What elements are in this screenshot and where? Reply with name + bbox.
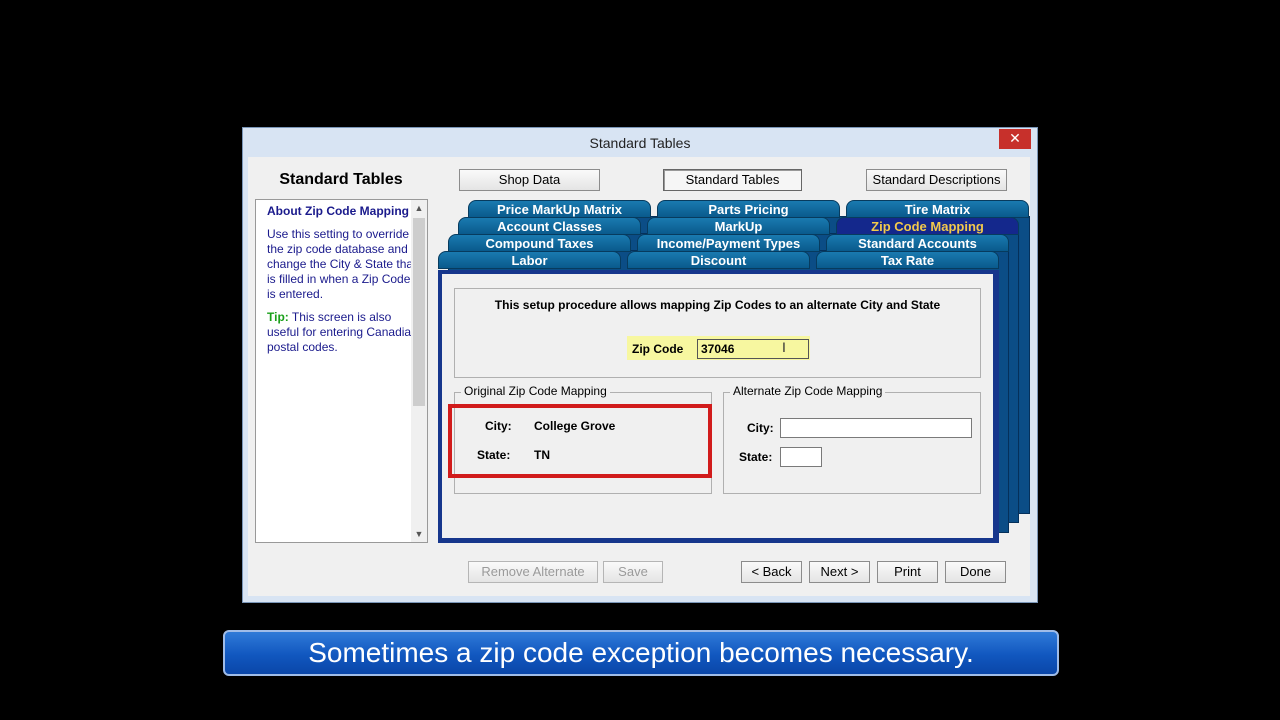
original-mapping-highlight	[448, 404, 712, 478]
help-text: About Zip Code Mapping Use this setting …	[267, 204, 415, 363]
alternate-city-input[interactable]	[780, 418, 972, 438]
alternate-city-label: City:	[747, 421, 774, 435]
alternate-state-label: State:	[739, 450, 773, 464]
remove-alternate-button[interactable]: Remove Alternate	[468, 561, 598, 583]
text-cursor-icon: I	[782, 339, 786, 355]
alternate-mapping-group: Alternate Zip Code Mapping City: State:	[723, 384, 981, 494]
zip-code-input[interactable]: 37046	[697, 339, 809, 359]
tab-account-classes[interactable]: Account Classes	[458, 217, 641, 235]
save-button[interactable]: Save	[603, 561, 663, 583]
tab-markup[interactable]: MarkUp	[647, 217, 830, 235]
help-line: change the City & State that	[267, 257, 415, 271]
tab-tire-matrix[interactable]: Tire Matrix	[846, 200, 1029, 218]
tab-zip-code-mapping[interactable]: Zip Code Mapping	[836, 217, 1019, 235]
tip-label: Tip:	[267, 310, 289, 324]
print-button[interactable]: Print	[877, 561, 938, 583]
scroll-up-icon[interactable]: ▲	[411, 200, 427, 216]
alternate-state-input[interactable]	[780, 447, 822, 467]
help-body: Use this setting to override the zip cod…	[267, 227, 415, 302]
help-line: postal codes.	[267, 340, 338, 354]
left-panel-title: Standard Tables	[279, 171, 403, 188]
help-line: the zip code database and	[267, 242, 408, 256]
done-button[interactable]: Done	[945, 561, 1006, 583]
help-panel[interactable]: About Zip Code Mapping Use this setting …	[255, 199, 428, 543]
help-heading: About Zip Code Mapping	[267, 204, 409, 218]
back-button[interactable]: < Back	[741, 561, 802, 583]
help-scrollbar[interactable]: ▲ ▼	[411, 200, 427, 542]
tab-content: This setup procedure allows mapping Zip …	[442, 274, 993, 538]
description-box: This setup procedure allows mapping Zip …	[454, 288, 981, 378]
zip-code-label: Zip Code	[632, 342, 684, 356]
tab-income-payment-types[interactable]: Income/Payment Types	[637, 234, 820, 252]
tab-price-markup-matrix[interactable]: Price MarkUp Matrix	[468, 200, 651, 218]
help-line: useful for entering Canadian	[267, 325, 415, 339]
help-line: is entered.	[267, 287, 324, 301]
scroll-down-icon[interactable]: ▼	[411, 526, 427, 542]
help-line: This screen is also	[288, 310, 392, 324]
tab-tax-rate[interactable]: Tax Rate	[816, 251, 999, 269]
tab-discount[interactable]: Discount	[627, 251, 810, 269]
alternate-mapping-title: Alternate Zip Code Mapping	[730, 384, 886, 398]
help-line: is filled in when a Zip Code	[267, 272, 411, 286]
help-tip: Tip: This screen is also useful for ente…	[267, 310, 415, 355]
standard-tables-button[interactable]: Standard Tables	[663, 169, 802, 191]
shop-data-button[interactable]: Shop Data	[459, 169, 600, 191]
close-icon[interactable]: ✕	[999, 129, 1031, 149]
tab-compound-taxes[interactable]: Compound Taxes	[448, 234, 631, 252]
next-button[interactable]: Next >	[809, 561, 870, 583]
help-line: Use this setting to override	[267, 227, 410, 241]
tab-content-frame: This setup procedure allows mapping Zip …	[438, 270, 999, 543]
tab-parts-pricing[interactable]: Parts Pricing	[657, 200, 840, 218]
scroll-thumb[interactable]	[413, 218, 425, 406]
tab-standard-accounts[interactable]: Standard Accounts	[826, 234, 1009, 252]
caption-banner: Sometimes a zip code exception becomes n…	[223, 630, 1059, 676]
tab-labor[interactable]: Labor	[438, 251, 621, 269]
window-title: Standard Tables	[589, 135, 691, 151]
description-text: This setup procedure allows mapping Zip …	[494, 298, 941, 312]
original-mapping-title: Original Zip Code Mapping	[461, 384, 610, 398]
standard-descriptions-button[interactable]: Standard Descriptions	[866, 169, 1007, 191]
